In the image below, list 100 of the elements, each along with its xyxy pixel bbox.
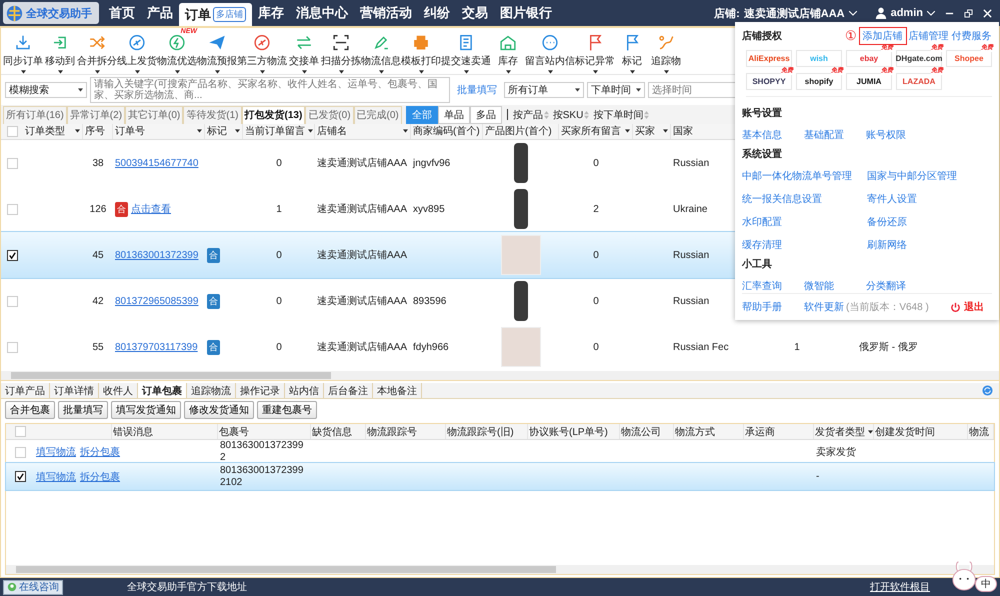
caret-icon[interactable]: [75, 129, 80, 134]
column-header[interactable]: 承运商: [744, 424, 814, 439]
caret-icon[interactable]: [235, 129, 240, 134]
column-header[interactable]: 协议账号(LP单号): [528, 424, 620, 439]
refresh-icon[interactable]: [982, 385, 993, 396]
detail-tab[interactable]: 订单详情: [50, 383, 99, 398]
column-header[interactable]: 错误消息: [112, 424, 218, 439]
package-row[interactable]: 填写物流 拆分包裹 8013630013723992102 -: [6, 463, 994, 490]
caret-icon[interactable]: [197, 129, 202, 134]
menu-link[interactable]: 寄件人设置: [867, 192, 992, 206]
toolbar-button[interactable]: 线上发货: [117, 28, 157, 74]
column-header[interactable]: 订单类型: [23, 124, 83, 138]
column-header[interactable]: 标记: [205, 124, 243, 138]
toolbar-button[interactable]: 提交速卖通: [441, 28, 491, 74]
detail-tab[interactable]: 追踪物流: [187, 383, 236, 398]
toolbar-button[interactable]: 追踪物: [649, 28, 683, 74]
status-tab[interactable]: 已完成(0): [354, 106, 402, 124]
nav-tab[interactable]: 消息中心: [290, 0, 354, 26]
caret-icon[interactable]: [308, 129, 313, 134]
search-mode-select[interactable]: 模糊搜索: [5, 82, 87, 98]
user-menu[interactable]: admin: [890, 7, 923, 19]
column-header[interactable]: 当前订单留言: [243, 124, 315, 138]
menu-link[interactable]: 刷新网络: [867, 238, 992, 252]
order-number-link[interactable]: 801372965085399: [115, 296, 198, 306]
menu-link[interactable]: 国家与中邮分区管理: [867, 169, 992, 183]
nav-tab[interactable]: 产品: [141, 0, 179, 26]
package-action-button[interactable]: 重建包裹号: [257, 401, 317, 419]
menu-link[interactable]: 汇率查询: [742, 279, 804, 293]
menu-link[interactable]: 基本信息: [742, 128, 804, 142]
caret-icon[interactable]: [868, 430, 873, 434]
nav-tab[interactable]: 首页: [103, 0, 141, 26]
column-header[interactable]: 买家: [633, 124, 671, 138]
detail-tab[interactable]: 订单产品: [1, 383, 50, 398]
package-action-link[interactable]: 拆分包裹: [80, 445, 120, 459]
package-action-link[interactable]: 填写物流: [36, 470, 76, 484]
toolbar-button[interactable]: 物流预报: [197, 28, 237, 74]
column-header[interactable]: 缺货信息: [311, 424, 366, 439]
column-header[interactable]: 包裹号: [218, 424, 311, 439]
logout-button[interactable]: 退出: [950, 300, 984, 314]
toolbar-button[interactable]: 物流信息: [361, 28, 401, 74]
column-header[interactable]: 订单号: [113, 124, 205, 138]
open-directory-link[interactable]: 打开软件根目: [870, 580, 930, 594]
item-filter-button[interactable]: 多品: [470, 106, 502, 124]
input-mode-indicator[interactable]: 中: [975, 576, 997, 592]
row-checkbox[interactable]: [6, 250, 18, 260]
column-header[interactable]: 买家所有留言: [559, 124, 633, 138]
online-consult-button[interactable]: 在线咨询: [3, 580, 63, 594]
horizontal-scrollbar[interactable]: [6, 565, 994, 574]
column-header[interactable]: 发货者类型: [814, 424, 874, 439]
nav-tab[interactable]: 纠纷: [418, 0, 456, 26]
restore-icon[interactable]: [964, 8, 973, 18]
status-tab[interactable]: 已发货(0): [305, 106, 354, 124]
status-tab[interactable]: 等待发货(1): [183, 106, 242, 124]
status-tab[interactable]: 所有订单(16): [3, 106, 67, 124]
search-field[interactable]: 请输入关键字(可搜索产品名称、买家名称、收件人姓名、运单号、包裹号、国家、买家所选物流、商...: [90, 77, 450, 103]
toolbar-button[interactable]: 扫描分拣: [321, 28, 361, 74]
select-all-checkbox[interactable]: [6, 126, 18, 137]
status-tab[interactable]: 异常订单(2): [66, 106, 126, 124]
detail-tab[interactable]: 后台备注: [324, 383, 373, 398]
nav-tab[interactable]: 营销活动: [354, 0, 418, 26]
detail-tab[interactable]: 本地备注: [373, 383, 422, 398]
row-checkbox[interactable]: [14, 471, 26, 482]
store-link[interactable]: 付费服务: [952, 29, 992, 43]
detail-tab[interactable]: 订单包裹: [138, 383, 187, 398]
menu-link[interactable]: 账号权限: [866, 128, 992, 142]
nav-tab[interactable]: 交易: [456, 0, 494, 26]
time-field-select[interactable]: 下单时间: [587, 82, 645, 98]
toolbar-button[interactable]: 第三方物流: [237, 28, 287, 74]
order-number-link[interactable]: 500394154677740: [115, 158, 198, 168]
item-filter-button[interactable]: 单品: [438, 106, 470, 124]
update-link[interactable]: 软件更新: [804, 300, 844, 314]
order-number-link[interactable]: 801363001372399: [115, 250, 198, 260]
sort-option[interactable]: 按下单时间: [593, 108, 644, 122]
package-action-button[interactable]: 批量填写: [58, 401, 108, 419]
detail-tab[interactable]: 操作记录: [236, 383, 285, 398]
sort-option[interactable]: 按产品: [512, 108, 543, 122]
toolbar-button[interactable]: 交接单: [287, 28, 321, 74]
status-tab[interactable]: 打包发货(13): [242, 106, 306, 124]
help-link[interactable]: 帮助手册: [742, 300, 782, 314]
chevron-down-icon[interactable]: [848, 10, 857, 16]
nav-tab[interactable]: 订单 多店铺: [179, 3, 252, 26]
store-link[interactable]: 店铺管理: [908, 29, 949, 43]
column-header[interactable]: 店铺名: [315, 124, 411, 138]
select-all-checkbox[interactable]: [14, 426, 26, 437]
detail-tab[interactable]: 站内信: [285, 383, 324, 398]
order-filter-select[interactable]: 所有订单: [504, 82, 584, 98]
package-action-link[interactable]: 填写物流: [36, 445, 76, 459]
package-action-button[interactable]: 合并包裹: [5, 401, 55, 419]
package-action-button[interactable]: 填写发货通知: [111, 401, 181, 419]
package-action-button[interactable]: 修改发货通知: [184, 401, 254, 419]
menu-link[interactable]: 缓存清理: [742, 238, 867, 252]
close-icon[interactable]: [983, 8, 992, 18]
package-row[interactable]: 填写物流 拆分包裹 8013630013723992 卖家发货: [6, 440, 994, 463]
menu-link[interactable]: 分类翻译: [866, 279, 992, 293]
toolbar-button[interactable]: 库存: [491, 28, 525, 74]
toolbar-button[interactable]: 移动到: [43, 28, 77, 74]
package-action-link[interactable]: 拆分包裹: [80, 470, 120, 484]
column-header[interactable]: 物流跟踪号(旧): [446, 424, 528, 439]
chevron-down-icon[interactable]: [927, 10, 935, 16]
column-header[interactable]: 物流: [968, 424, 994, 439]
